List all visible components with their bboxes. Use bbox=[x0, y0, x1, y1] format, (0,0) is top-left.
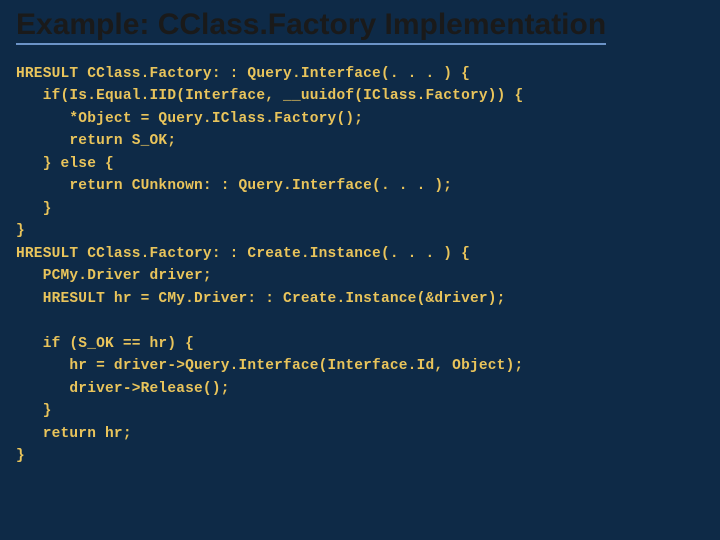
slide: Example: CClass.Factory Implementation H… bbox=[0, 0, 720, 540]
code-block: HRESULT CClass.Factory: : Query.Interfac… bbox=[0, 63, 720, 467]
slide-title: Example: CClass.Factory Implementation bbox=[16, 8, 606, 45]
title-container: Example: CClass.Factory Implementation bbox=[0, 0, 720, 45]
